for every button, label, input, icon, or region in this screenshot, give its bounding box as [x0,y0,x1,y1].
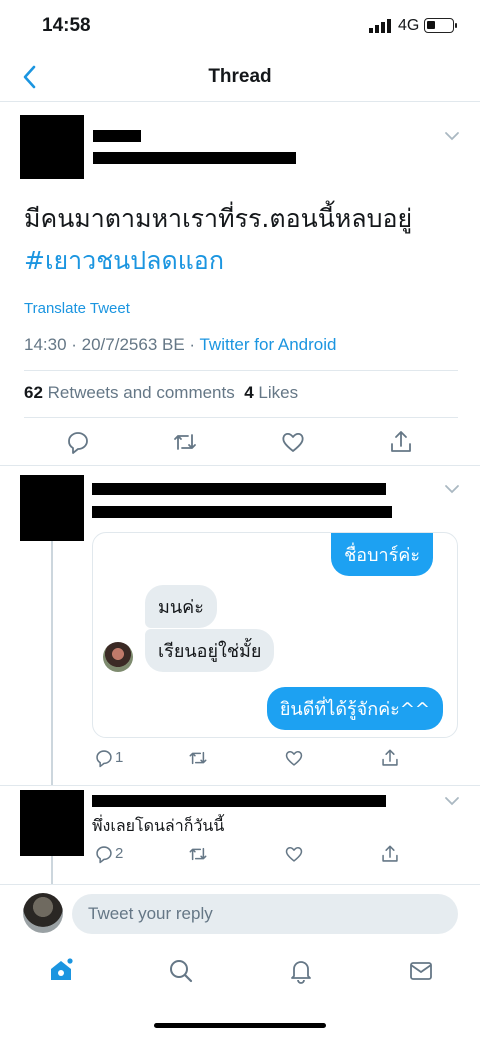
tweet-timestamp: 14:30 · 20/7/2563 BE · [24,335,200,354]
tweet-body: มีคนมาตามหาเราที่รร.ตอนนี้หลบอยู่ [24,204,413,233]
home-icon[interactable] [48,957,74,983]
signal-icon [369,19,391,33]
avatar-redacted[interactable] [20,790,84,856]
dm-screenshot[interactable]: ชื่อบาร์ค่ะ มนค่ะ เรียนอยู่ใช่มั้ย ยินดี… [92,532,458,738]
chevron-down-icon[interactable] [443,130,461,142]
share-icon[interactable] [380,844,400,864]
reply-count: 1 [115,749,124,766]
message-bubble: ยินดีที่ได้รู้จักค่ะ^^ [266,687,443,730]
message-bubble: เรียนอยู่ใช่มั้ย [145,629,275,672]
reply-count: 2 [115,845,124,862]
chevron-down-icon[interactable] [443,795,461,807]
tweet-meta: 14:30 · 20/7/2563 BE · Twitter for Andro… [24,335,337,355]
network-label: 4G [398,17,420,34]
handle-redacted [93,152,296,164]
display-name-redacted[interactable] [93,130,141,142]
replying-to-redacted [92,506,392,518]
status-bar: 14:58 4G [0,0,480,52]
tab-bar [0,948,480,998]
likes-count[interactable]: 4 [244,383,253,402]
retweet-icon[interactable] [172,429,198,455]
reply-header-redacted [92,483,386,495]
reply-icon[interactable] [94,844,114,864]
search-icon[interactable] [168,958,194,984]
divider [0,884,480,885]
page-title: Thread [208,66,272,87]
divider [0,785,480,786]
avatar [23,893,63,933]
retweets-count[interactable]: 62 [24,383,43,402]
divider [24,417,458,418]
tweet-source-link[interactable]: Twitter for Android [199,335,336,354]
home-indicator [154,1023,326,1028]
bell-icon[interactable] [288,958,314,984]
reply-text: พึ่งเลยโดนล่าก็วันนี้ [92,816,225,835]
battery-icon [424,18,457,33]
chevron-down-icon[interactable] [443,483,461,495]
reply-icon[interactable] [94,748,114,768]
hashtag-link[interactable]: #เยาวชนปลดแอก [24,246,224,275]
mail-icon[interactable] [408,958,434,984]
tweet-stats: 62 Retweets and comments 4 Likes [24,383,298,403]
heart-icon[interactable] [280,429,306,455]
reply-input[interactable]: Tweet your reply [72,894,458,934]
thread-header: Thread [0,52,480,102]
reply-icon[interactable] [65,429,91,455]
heart-icon[interactable] [284,748,304,768]
avatar [103,642,133,672]
reply-header-redacted [92,795,386,807]
message-bubble: มนค่ะ [145,585,217,628]
retweets-label[interactable]: Retweets and comments [48,383,235,402]
thread-line [51,856,53,884]
thread-line [51,541,53,785]
avatar-redacted[interactable] [20,475,84,541]
retweet-icon[interactable] [188,748,208,768]
tweet-text: มีคนมาตามหาเราที่รร.ตอนนี้หลบอยู่ #เยาวช… [24,198,464,282]
divider [0,465,480,466]
divider [24,370,458,371]
message-bubble: ชื่อบาร์ค่ะ [331,533,433,576]
status-time: 14:58 [42,15,91,36]
translate-tweet-link[interactable]: Translate Tweet [24,300,130,317]
share-icon[interactable] [380,748,400,768]
avatar-redacted[interactable] [20,115,84,179]
share-icon[interactable] [388,429,414,455]
heart-icon[interactable] [284,844,304,864]
likes-label[interactable]: Likes [258,383,298,402]
reply-placeholder: Tweet your reply [88,904,213,923]
retweet-icon[interactable] [188,844,208,864]
